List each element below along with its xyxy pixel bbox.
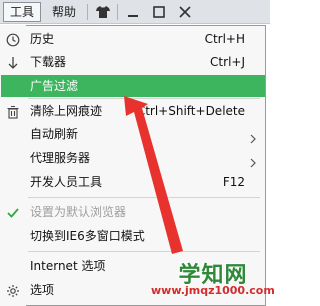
menu-bar: 工具 帮助 xyxy=(0,0,270,24)
menu-item-shortcut: Ctrl+H xyxy=(204,32,245,46)
menu-item-label: 自动刷新 xyxy=(30,127,79,141)
menu-item-label: 选项 xyxy=(30,283,55,297)
menu-item-ad-filter[interactable]: 广告过滤 xyxy=(1,75,265,97)
menu-divider xyxy=(28,197,260,198)
gear-icon xyxy=(6,283,22,297)
menu-item-proxy-server[interactable]: 代理服务器 xyxy=(1,147,265,169)
help-menu-button[interactable]: 帮助 xyxy=(47,2,81,22)
menu-item-developer-tools[interactable]: 开发人员工具 F12 xyxy=(1,171,265,193)
watermark-url: www.jmqz1000.com xyxy=(151,284,275,297)
close-icon[interactable] xyxy=(173,2,197,22)
menu-item-history[interactable]: 历史 Ctrl+H xyxy=(1,28,265,50)
checkmark-icon xyxy=(6,205,22,219)
history-clock-icon xyxy=(6,32,22,47)
menu-item-downloader[interactable]: 下载器 Ctrl+J xyxy=(1,51,265,73)
menu-item-shortcut: F12 xyxy=(222,175,245,189)
skin-shirt-icon[interactable] xyxy=(91,2,115,22)
menu-item-label: 切换到IE6多窗口模式 xyxy=(30,229,145,243)
menu-item-label: 清除上网痕迹 xyxy=(30,104,103,118)
menu-item-label: 下载器 xyxy=(30,55,67,69)
menu-item-label: 广告过滤 xyxy=(30,79,79,93)
download-arrow-icon xyxy=(6,55,22,69)
menu-item-label: 代理服务器 xyxy=(30,151,91,165)
menu-item-set-default-browser: 设置为默认浏览器 xyxy=(1,201,265,223)
trash-icon xyxy=(6,104,22,119)
menu-item-label: 历史 xyxy=(30,32,55,46)
menu-divider xyxy=(28,251,260,252)
menu-item-shortcut: Ctrl+J xyxy=(210,55,245,69)
submenu-arrow-icon xyxy=(250,129,256,144)
watermark-logo: 学知网 www.jmqz1000.com xyxy=(151,257,275,303)
tools-menu-button[interactable]: 工具 xyxy=(3,2,41,22)
menu-item-label: Internet 选项 xyxy=(30,259,106,273)
submenu-arrow-icon xyxy=(250,153,256,168)
menu-item-label: 设置为默认浏览器 xyxy=(30,205,127,219)
minimize-icon[interactable] xyxy=(121,2,145,22)
toolbar-divider xyxy=(117,4,118,20)
menu-item-switch-ie6-mode[interactable]: 切换到IE6多窗口模式 xyxy=(1,225,265,247)
menu-item-label: 开发人员工具 xyxy=(30,175,103,189)
menu-item-clear-history[interactable]: 清除上网痕迹 Ctrl+Shift+Delete xyxy=(1,100,265,122)
menu-divider xyxy=(28,98,260,99)
menu-item-auto-refresh[interactable]: 自动刷新 xyxy=(1,123,265,145)
menu-item-shortcut: Ctrl+Shift+Delete xyxy=(136,104,245,118)
toolbar-divider xyxy=(87,4,88,20)
maximize-icon[interactable] xyxy=(147,2,171,22)
